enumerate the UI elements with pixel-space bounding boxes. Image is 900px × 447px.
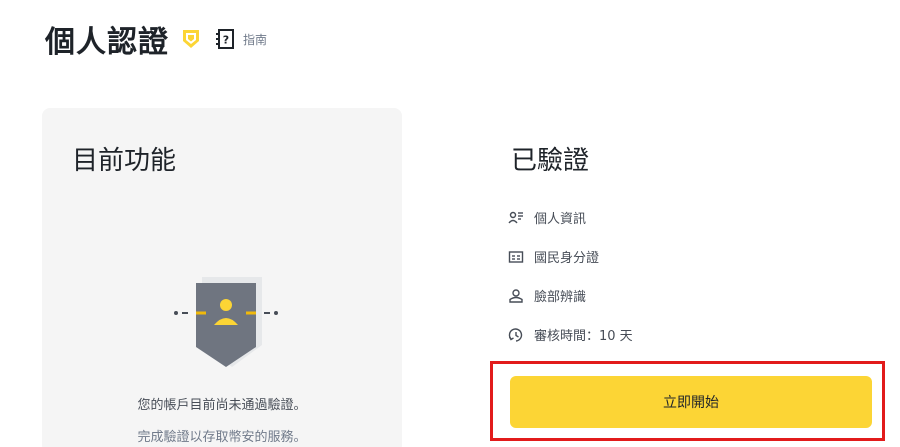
requirement-label: 個人資訊	[534, 212, 587, 227]
page-header: 個人認證 ? 指南	[45, 14, 267, 64]
face-icon	[508, 288, 524, 304]
guide-book-icon: ?	[215, 28, 235, 50]
current-features-card: 目前功能 您的帳戶目前尚未通過驗證。 完成驗證以存取幣安的服務。	[42, 108, 402, 447]
requirement-label: 審核時間：10 天	[534, 329, 633, 344]
start-now-button[interactable]: 立即開始	[510, 376, 872, 428]
list-item-face-recognition: 臉部辨識	[508, 276, 633, 315]
identity-verification-page: 個人認證 ? 指南 目前功能 您的帳戶目前尚未通過驗證。 完成驗證以存取幣安的服…	[0, 0, 900, 447]
current-features-title: 目前功能	[72, 146, 177, 176]
list-item-national-id: 國民身分證	[508, 237, 633, 276]
requirement-label: 國民身分證	[534, 251, 600, 266]
verified-title: 已驗證	[511, 146, 590, 176]
personal-info-icon	[508, 210, 524, 226]
verification-requirements-list: 個人資訊 國民身分證 臉部辨識 審核時間：10 天	[508, 198, 633, 354]
id-card-icon	[508, 249, 524, 265]
unverified-shield-illustration	[172, 273, 282, 373]
shield-icon	[181, 28, 201, 50]
page-title: 個人認證	[45, 25, 169, 60]
svg-text:?: ?	[223, 34, 229, 47]
guide-link[interactable]: ? 指南	[215, 28, 267, 50]
verify-prompt-message: 完成驗證以存取幣安的服務。	[137, 430, 307, 445]
list-item-review-time: 審核時間：10 天	[508, 315, 633, 354]
guide-label: 指南	[243, 32, 268, 47]
unverified-message: 您的帳戶目前尚未通過驗證。	[137, 398, 307, 413]
clock-icon	[508, 327, 524, 343]
requirement-label: 臉部辨識	[534, 290, 587, 305]
list-item-personal-info: 個人資訊	[508, 198, 633, 237]
